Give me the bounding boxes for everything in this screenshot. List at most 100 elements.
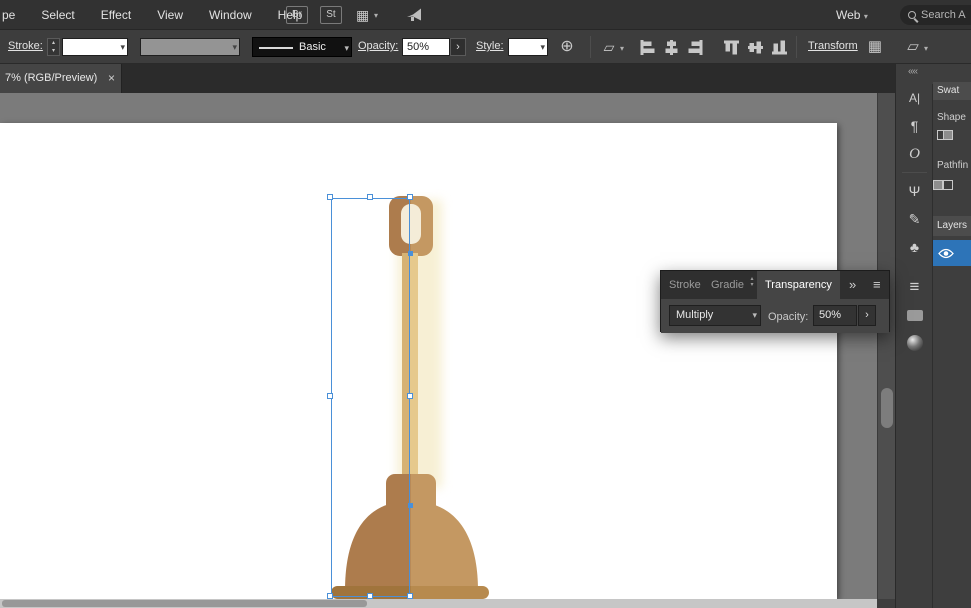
scrollbar-corner	[877, 599, 895, 608]
stroke-panel-icon[interactable]: ≡	[896, 273, 933, 301]
collapse-dock-button[interactable]: ««	[908, 66, 917, 77]
align-right-icon[interactable]	[688, 40, 703, 55]
gradient-panel-icon[interactable]	[896, 329, 933, 357]
horizontal-scrollbar-thumb[interactable]	[2, 600, 367, 607]
align-bottom-icon[interactable]	[772, 40, 787, 55]
selection-handle-mid-left[interactable]	[327, 393, 333, 399]
globe-icon[interactable]: ⊕	[558, 38, 576, 56]
step-down-icon[interactable]: ▾	[48, 47, 59, 55]
vertical-scrollbar[interactable]	[877, 93, 895, 599]
tab-stroke[interactable]: Stroke	[669, 279, 701, 291]
opentype-panel-icon[interactable]: O	[896, 140, 933, 168]
chevron-down-icon: ▾	[752, 306, 757, 325]
pathfinder-buttons[interactable]	[937, 180, 953, 198]
menu-type[interactable]: pe	[2, 8, 15, 22]
opacity-slider-button[interactable]: ›	[450, 38, 466, 56]
tab-gradient[interactable]: Gradie	[711, 279, 744, 291]
step-up-icon[interactable]: ▴	[48, 39, 59, 47]
selection-handle-top-left[interactable]	[327, 194, 333, 200]
style-link[interactable]: Style:	[476, 40, 504, 52]
search-field[interactable]: Search A	[900, 5, 971, 25]
menu-view[interactable]: View	[157, 8, 183, 22]
trim-icon[interactable]	[943, 180, 953, 190]
selection-handle-mid-right[interactable]	[407, 393, 413, 399]
selection-handle-top-right[interactable]	[407, 194, 413, 200]
expand-panel-icon[interactable]: »	[849, 277, 856, 292]
bridge-button[interactable]: Br	[286, 6, 308, 24]
stock-button[interactable]: St	[320, 6, 342, 24]
artboard[interactable]	[0, 123, 837, 599]
chevron-down-icon: ▾	[120, 42, 125, 53]
appearance-panel-icon[interactable]: ✎	[896, 205, 933, 233]
divider	[796, 36, 797, 58]
document-tab[interactable]: 7% (RGB/Preview) ×	[0, 64, 122, 93]
symbol-sprayer-panel-icon[interactable]: Ψ	[896, 177, 933, 205]
menu-select[interactable]: Select	[41, 8, 74, 22]
chevron-down-icon: ▾	[864, 12, 868, 21]
pathfinder-label: Pathfin	[937, 160, 968, 171]
menu-items: pe Select Effect View Window Help	[2, 8, 302, 22]
menu-effect[interactable]: Effect	[101, 8, 131, 22]
document-tab-bar: 7% (RGB/Preview) ×	[0, 64, 895, 93]
panel-icon-strip: A| ¶ O Ψ ✎ ♣ ≡	[896, 84, 933, 608]
stroke-weight-stepper[interactable]: ▴ ▾	[47, 38, 60, 56]
divider	[902, 172, 927, 173]
chevron-down-icon: ▾	[344, 43, 349, 54]
panel-opacity-input[interactable]: 50%	[813, 305, 857, 326]
vertical-scrollbar-thumb[interactable]	[881, 388, 893, 428]
brush-name: Basic	[299, 41, 326, 53]
minus-front-icon[interactable]	[943, 130, 953, 140]
chevron-down-icon: ▾	[374, 11, 378, 20]
brush-definition-dropdown[interactable]: Basic ▾	[252, 37, 352, 57]
layer-visibility-eye-icon[interactable]	[938, 248, 954, 259]
close-icon[interactable]: ×	[108, 64, 115, 93]
align-center-vertical-icon[interactable]	[748, 40, 763, 55]
transform-grid-icon[interactable]: ▦	[866, 38, 884, 56]
shape-modes-label: Shape	[937, 112, 966, 123]
blend-mode-value: Multiply	[676, 309, 713, 321]
divide-icon[interactable]	[933, 180, 943, 190]
artboard-rect-icon	[907, 310, 923, 321]
panel-menu-icon[interactable]: ≡	[873, 277, 881, 292]
shape-mode-buttons[interactable]	[937, 130, 953, 148]
align-left-icon[interactable]	[640, 40, 655, 55]
canvas-area[interactable]	[0, 93, 877, 599]
brush-stroke-preview	[259, 47, 293, 49]
workspace-switcher[interactable]: Web ▾	[836, 8, 868, 22]
paragraph-panel-icon[interactable]: ¶	[896, 112, 933, 140]
artboards-panel-icon[interactable]	[896, 301, 933, 329]
opacity-input[interactable]: 50%	[402, 38, 450, 56]
share-megaphone-icon[interactable]	[405, 7, 423, 23]
control-bar: Stroke: ▴ ▾ ▾ ▾ Basic ▾ Opacity: 50% › S…	[0, 30, 971, 64]
swatches-panel-header[interactable]: Swat	[933, 82, 971, 100]
symbols-panel-icon[interactable]: ♣	[896, 233, 933, 261]
horizontal-scrollbar[interactable]	[0, 599, 877, 608]
blend-mode-dropdown[interactable]: Multiply ▾	[669, 305, 761, 326]
transparency-panel: Stroke Gradie ▴▾ Transparency » ≡ Multip…	[660, 270, 890, 332]
search-text: Search A	[921, 9, 966, 21]
panel-opacity-label[interactable]: Opacity:	[768, 311, 808, 323]
layers-panel-header[interactable]: Layers	[933, 216, 971, 236]
character-panel-icon[interactable]: A|	[896, 84, 933, 112]
search-icon	[908, 11, 916, 19]
align-top-icon[interactable]	[724, 40, 739, 55]
arrange-documents-icon[interactable]: ▦	[356, 7, 369, 24]
gradient-sphere-icon	[907, 335, 923, 351]
panel-cycle-icon[interactable]: ▴▾	[748, 276, 756, 288]
panel-opacity-slider-button[interactable]: ›	[858, 305, 876, 326]
menu-window[interactable]: Window	[209, 8, 252, 22]
tab-transparency[interactable]: Transparency	[757, 271, 840, 299]
variable-width-profile-dropdown: ▾	[140, 38, 240, 56]
transform-link[interactable]: Transform	[808, 40, 858, 52]
layers-selected-row[interactable]	[933, 240, 971, 266]
align-center-horizontal-icon[interactable]	[664, 40, 679, 55]
document-setup-icon[interactable]: ▱	[600, 38, 618, 56]
selection-bounding-box	[331, 198, 410, 597]
graphic-style-dropdown[interactable]: ▾	[508, 38, 548, 56]
opacity-link[interactable]: Opacity:	[358, 40, 398, 52]
selection-handle-top-center[interactable]	[367, 194, 373, 200]
stroke-link[interactable]: Stroke:	[8, 40, 43, 52]
options-icon[interactable]: ▱	[904, 38, 922, 56]
stroke-weight-dropdown[interactable]: ▾	[62, 38, 128, 56]
transparency-panel-tabs: Stroke Gradie ▴▾ Transparency » ≡	[661, 271, 889, 299]
